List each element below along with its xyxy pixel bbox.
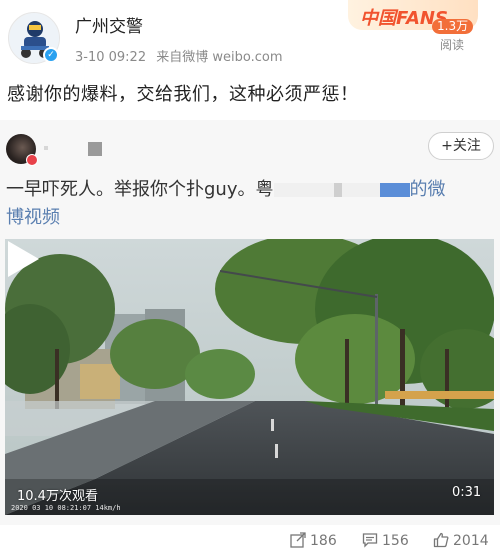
reads-count: 1.3万 — [432, 19, 474, 34]
like-count: 2014 — [453, 533, 489, 549]
redaction-block — [273, 183, 334, 197]
vip-badge-icon — [26, 154, 38, 166]
repost-action[interactable]: 186 — [290, 532, 337, 549]
like-action[interactable]: 2014 — [433, 532, 489, 549]
repost-count: 186 — [310, 533, 337, 549]
video-player[interactable]: 10.4万次观看 0:31 2020 03 10 08:21:07 14km/h — [5, 239, 494, 515]
video-link[interactable]: 的微 — [410, 179, 446, 200]
comment-icon — [362, 533, 378, 548]
video-frame — [5, 239, 494, 515]
verified-badge-icon: ✓ — [43, 47, 59, 63]
reads-label: 阅读 — [440, 38, 465, 52]
repost-username-redacted — [44, 142, 104, 156]
repost-text-main: 一早吓死人。举报你个扑guy。粤 — [6, 179, 274, 200]
redaction-block — [379, 183, 410, 197]
repost-card[interactable]: +关注 一早吓死人。举报你个扑guy。粤 的微 博视频 10.4万次观看 0:3… — [0, 120, 500, 525]
post-time: 3-10 09:22 — [75, 50, 147, 65]
video-view-count: 10.4万次观看 — [17, 489, 98, 504]
video-link-cont[interactable]: 博视频 — [6, 207, 60, 228]
share-icon — [290, 532, 306, 548]
post-text: 感谢你的爆料，交给我们，这种必须严惩！ — [7, 84, 359, 105]
redaction-block — [333, 183, 342, 197]
redaction-block — [341, 183, 380, 197]
follow-button[interactable]: +关注 — [428, 132, 494, 160]
comment-count: 156 — [382, 533, 409, 549]
comment-action[interactable]: 156 — [362, 532, 409, 549]
post-meta: 3-10 09:22 来自微博 weibo.com — [75, 46, 283, 65]
video-duration: 0:31 — [452, 485, 482, 500]
dashcam-timestamp: 2020 03 10 08:21:07 14km/h — [11, 504, 121, 512]
account-name[interactable]: 广州交警 — [75, 12, 143, 37]
repost-text: 一早吓死人。举报你个扑guy。粤 的微 博视频 — [6, 176, 494, 232]
post-header: ✓ 广州交警 3-10 09:22 来自微博 weibo.com 中国FANS … — [0, 0, 500, 70]
play-icon[interactable] — [5, 239, 41, 279]
thumbs-up-icon — [433, 532, 449, 548]
post-source[interactable]: 来自微博 weibo.com — [156, 50, 282, 65]
action-bar: 186 156 2014 — [0, 528, 500, 554]
